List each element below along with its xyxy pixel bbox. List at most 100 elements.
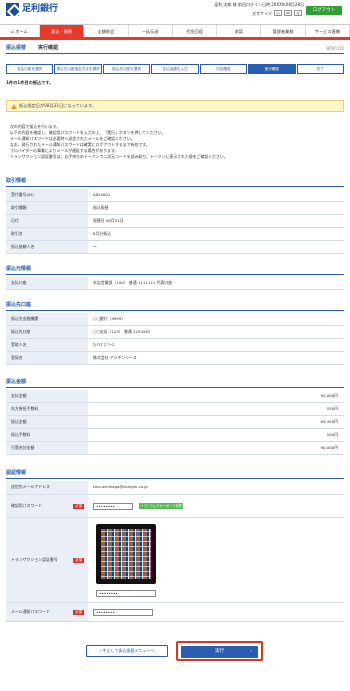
tx-label: トランザクション認証番号	[11, 556, 58, 562]
screen-code: BFKF013	[326, 46, 344, 51]
confirm-password-input[interactable]: ••••••••	[93, 502, 133, 510]
bank-name: 足利銀行	[22, 3, 59, 14]
table-row: 支払金額 90,000円	[6, 390, 344, 403]
execute-label: 実行	[215, 649, 224, 654]
row-value: 本店営業部（100） 普通 1111111 代表口座	[93, 280, 173, 285]
table-row: 支払口座 本店営業部（100） 普通 1111111 代表口座	[6, 277, 344, 290]
table-row: 引落合計金額 90,000円	[6, 442, 344, 455]
row-label: 振込金額	[6, 416, 88, 428]
qr-pattern-overlay	[101, 529, 151, 579]
table-row: 確認用パスワード 必須 •••••••• ソフトウェアキーボードを開く	[6, 495, 344, 518]
table-row: 振込先口座 ○○支店（123） 普通 1234567	[6, 326, 344, 339]
nav-home[interactable]: ⌂ ホーム	[0, 25, 40, 37]
step-1: 支払口座を選択	[6, 64, 54, 74]
section-title-transaction: 取引情報	[6, 178, 344, 187]
row-value: ー	[93, 244, 97, 249]
section-title-source: 振込元情報	[6, 266, 344, 275]
table-row: 取引種類 振込振替	[6, 202, 344, 215]
section-title-destination: 振込先口座	[6, 302, 344, 311]
transfer-count-notice: 1件の1件目の振込です。	[6, 80, 54, 85]
page-title: 実行確認	[38, 45, 59, 51]
section-title-auth: 認証情報	[6, 470, 344, 479]
nav-collection[interactable]: 代金回収	[173, 25, 218, 37]
chevron-right-icon: ›	[250, 649, 252, 654]
warning-text: 振込指定日が08月31日になっています。	[19, 103, 97, 108]
last-login: 前回ログイン日時 20XX年08月28日	[237, 2, 304, 7]
row-label: 送信先メールアドレス	[6, 481, 88, 494]
row-value: ○○支店（123） 普通 1234567	[93, 329, 151, 334]
table-row: 振込依頼人名ー	[6, 241, 344, 254]
table-row: 振込手数料 550円	[6, 429, 344, 442]
warning-icon	[11, 104, 17, 109]
pw-label: 確認用パスワード	[11, 503, 43, 508]
software-keyboard-button[interactable]: ソフトウェアキーボードを開く	[139, 503, 183, 514]
table-row: 振込先金融機関 ○○銀行（9999）	[6, 313, 344, 326]
table-row: 受付番号(ID) 0824001	[6, 189, 344, 202]
row-value: 89,450円	[320, 419, 338, 424]
row-value: 90,000円	[320, 445, 338, 450]
qr-code	[96, 524, 156, 584]
nav-balance[interactable]: 全額照会	[84, 25, 129, 37]
row-label: 取引種類	[6, 202, 88, 214]
email-value: taro.ashikaga@ashigin.co.jp	[93, 484, 148, 489]
row-value: 0824001	[93, 192, 111, 197]
back-to-menu-button[interactable]: ‹ 中止して振込振替メニューへ	[86, 645, 168, 657]
step-7: 完了	[296, 64, 344, 74]
intro-line: トランザクション認証番号は、お手持ちのトークンで二次元コードを読み取り、トークン…	[10, 154, 228, 159]
row-label: 振込手数料	[6, 429, 88, 441]
nav-approval[interactable]: 承認	[217, 25, 262, 37]
mail-password-input[interactable]: ••••••••	[93, 608, 153, 616]
top-header: 足利銀行 足利 太郎 様 前回ログイン日時 20XX年08月28日 文字サイズ …	[0, 0, 350, 22]
step-4: 支払金額を入力	[151, 64, 199, 74]
table-row: 受取人名 ｶ)ｱｼｶﾞｶﾞﾘｰｽ	[6, 339, 344, 352]
transaction-auth-input[interactable]: ••••••••	[96, 590, 156, 597]
nav-service[interactable]: サービス連携	[306, 25, 350, 37]
row-value: ○○銀行（9999）	[93, 316, 126, 321]
row-label: 支払口座	[6, 277, 88, 289]
table-row: 振込金額 89,450円	[6, 416, 344, 429]
row-label: 振込先口座	[6, 326, 88, 338]
intro-text: 次の内容で振込を行います。 以下の内容を確認し、確認用パスワードを入力の上、「実…	[10, 124, 340, 160]
font-size-medium[interactable]: 中	[284, 10, 292, 16]
table-row: 先方負担手数料 550円	[6, 403, 344, 416]
warning-banner: 振込指定日が08月31日になっています。	[6, 100, 344, 112]
nav-transfer[interactable]: 振込・振替	[40, 25, 85, 37]
step-indicator: 支払口座を選択 振込先口座指定方法を選択 振込先口座を選択 支払金額を入力 内容…	[6, 64, 344, 74]
step-6-current: 実行確認	[248, 64, 296, 74]
user-info: 足利 太郎 様 前回ログイン日時 20XX年08月28日	[214, 2, 304, 7]
font-size-large[interactable]: 大	[294, 10, 302, 16]
user-name: 足利 太郎 様	[214, 2, 237, 7]
row-value: 振込振替	[93, 205, 109, 210]
row-value: ••••••••	[88, 518, 344, 602]
row-label: トランザクション認証番号 必須	[6, 518, 88, 602]
row-value: 550円	[326, 432, 338, 437]
required-badge: 必須	[73, 504, 84, 509]
table-row: 取引名 8月分振込	[6, 228, 344, 241]
row-label: 受付番号(ID)	[6, 189, 88, 201]
table-row: 送信先メールアドレス taro.ashikaga@ashigin.co.jp	[6, 481, 344, 495]
row-label: 登録名	[6, 352, 88, 364]
step-2: 振込先口座指定方法を選択	[54, 64, 102, 74]
nav-home-label: ホーム	[15, 29, 28, 34]
row-value: •••••••• ソフトウェアキーボードを開く	[88, 495, 344, 517]
nav-admin[interactable]: 管理者業務	[261, 25, 306, 37]
font-size-label: 文字サイズ	[252, 10, 272, 16]
row-label: 先方負担手数料	[6, 403, 88, 415]
table-row: メール通知パスワード 必須 ••••••••	[6, 603, 344, 622]
table-row: 日付 振替日 08月31日	[6, 215, 344, 228]
nav-bulk[interactable]: 一括伝送	[129, 25, 173, 37]
row-label: 取引名	[6, 228, 88, 240]
row-value: 550円	[326, 406, 338, 411]
logout-button[interactable]: ログアウト	[306, 6, 342, 15]
bank-logo: 足利銀行	[6, 3, 58, 16]
back-button-label: 中止して振込振替メニューへ	[102, 648, 155, 653]
bank-logo-icon	[6, 3, 19, 16]
execute-button[interactable]: 実行 ›	[181, 646, 258, 658]
page-header: 振込振替 実行確認 BFKF013	[6, 44, 344, 54]
font-size-small[interactable]: 小	[274, 10, 282, 16]
step-5: 内容確認	[199, 64, 248, 74]
row-label: 受取人名	[6, 339, 88, 351]
page-section: 振込振替	[6, 45, 27, 51]
row-value: ｶ)ｱｼｶﾞｶﾞﾘｰｽ	[93, 342, 114, 347]
row-label: 支払金額	[6, 390, 88, 402]
